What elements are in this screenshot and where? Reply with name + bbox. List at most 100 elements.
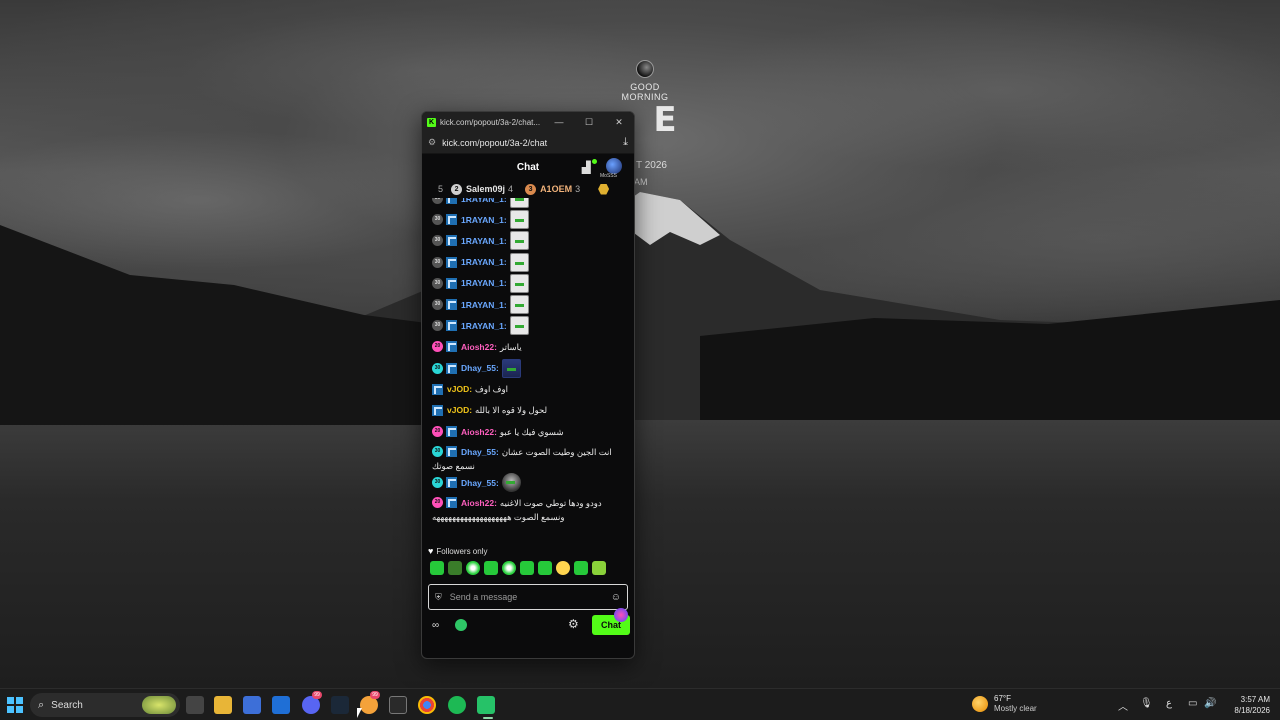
emote-image [509,198,529,209]
avatar[interactable] [606,158,622,174]
volume-icon[interactable]: 🔊 [1204,698,1216,709]
emote-button[interactable] [502,561,516,575]
store-icon[interactable] [243,696,261,714]
spotify-icon[interactable] [448,696,466,714]
moderator-badge-icon [446,256,457,268]
emote-button[interactable] [520,561,534,575]
emote-button[interactable] [592,561,606,575]
emote-button[interactable] [574,561,588,575]
chat-username[interactable]: 1RAYAN_1: [461,256,507,268]
chat-username[interactable]: 1RAYAN_1: [461,235,507,247]
chat-username[interactable]: 1RAYAN_1: [461,214,507,226]
chat-message[interactable]: vJOD: اوف اوف [432,379,628,400]
steam-icon[interactable] [331,696,349,714]
chat-username[interactable]: Aiosh22: [461,341,497,353]
search-highlight-image [142,696,176,714]
emote-button[interactable] [556,561,570,575]
emote-button[interactable] [484,561,498,575]
chat-message[interactable]: 20 Aiosh22: شسوي فيك يا عبو [432,421,628,442]
leader-count: 4 [508,184,514,194]
emoji-picker-icon[interactable]: ☺ [611,592,621,603]
chat-message[interactable]: 30 1RAYAN_1: [432,230,628,251]
leaderboard-icon[interactable]: ▟ [582,161,590,174]
leader-name[interactable]: Salem09j [466,184,505,194]
chevron-up-icon[interactable]: ︿ [1118,698,1128,713]
download-icon[interactable]: ⤓ [623,136,628,149]
subscriber-badge-icon: 30 [432,235,443,247]
chat-settings-icon[interactable]: ⚙ [568,617,579,631]
weather-desc: Mostly clear [994,704,1037,713]
address-url[interactable]: kick.com/popout/3a-2/chat [442,138,623,148]
emote-image [509,252,529,272]
leader-name[interactable]: A1OEM [540,184,572,194]
epic-games-icon[interactable] [389,696,407,714]
microphone-icon[interactable]: 🎙 [1140,698,1153,709]
message-input[interactable] [449,592,611,602]
chat-username[interactable]: 1RAYAN_1: [461,198,507,205]
chat-username[interactable]: vJOD: [447,404,472,416]
message-input-box[interactable]: ⛨ ☺ [428,584,628,610]
emote-button[interactable] [466,561,480,575]
network-icon[interactable]: ▭ [1188,698,1197,709]
chat-username[interactable]: 1RAYAN_1: [461,299,507,311]
chat-popout-window: K kick.com/popout/3a-2/chat... — ☐ ✕ ⚙ k… [421,111,635,659]
minimize-button[interactable]: — [544,117,574,127]
subscriber-badge-icon: 30 [432,299,443,311]
emote-button[interactable] [448,561,462,575]
kick-points-icon[interactable] [455,619,468,631]
weather-widget[interactable]: 67°F Mostly clear [972,694,1037,714]
chat-username[interactable]: 1RAYAN_1: [461,277,507,289]
chat-message[interactable]: 20 Aiosh22: دودو ودها توطي صوت الاغنيه ونسم… [432,493,628,523]
moon-icon [636,60,654,78]
floating-overlay-icon[interactable] [614,608,628,622]
widget-ampm: AM [634,177,648,187]
chat-message[interactable]: 30 1RAYAN_1: [432,273,628,294]
chat-username[interactable]: Aiosh22: [461,426,497,438]
kick-logo-icon: K [427,117,436,127]
chat-username[interactable]: 1RAYAN_1: [461,320,507,332]
maximize-button[interactable]: ☐ [574,117,604,128]
chat-username[interactable]: Dhay_55: [461,477,499,489]
taskbar-search[interactable]: ⌕ Search [30,693,180,717]
chat-message[interactable]: 30 Dhay_55: انت الجين وطيت الصوت عشان نسمع … [432,442,628,472]
chat-message-text: ياساتر [499,341,522,352]
channel-points-icon[interactable]: ∞ [432,620,439,631]
chat-message-text: اوف اوف [475,384,508,395]
greeting-line1: GOOD [630,82,660,92]
subscriber-badge-icon: 30 [432,198,443,205]
weather-icon [972,696,988,712]
chat-message[interactable]: 30 1RAYAN_1: [432,198,628,209]
chat-messages[interactable]: 30 1RAYAN_1: 30 1RAYAN_1: 30 1RAYAN_1: 30 1RAYA… [422,198,634,544]
emote-button[interactable] [538,561,552,575]
file-explorer-icon[interactable] [214,696,232,714]
emote-button[interactable] [430,561,444,575]
chat-message[interactable]: 30 Dhay_55: [432,472,628,493]
task-view-icon[interactable] [186,696,204,714]
taskbar-clock[interactable]: 3:57 AM 8/18/2026 [1224,694,1270,716]
language-indicator[interactable]: ع [1166,698,1172,709]
chat-username[interactable]: Dhay_55: [461,446,499,458]
chat-message[interactable]: 30 1RAYAN_1: [432,294,628,315]
chat-message[interactable]: 30 1RAYAN_1: [432,315,628,336]
chat-message[interactable]: 20 Aiosh22: ياساتر [432,336,628,357]
window-titlebar[interactable]: K kick.com/popout/3a-2/chat... — ☐ ✕ [422,112,634,132]
leaderboard-rank: 5 [438,184,444,194]
chat-message[interactable]: 30 1RAYAN_1: [432,209,628,230]
chat-username[interactable]: Dhay_55: [461,362,499,374]
chrome-icon[interactable] [418,696,436,714]
kick-app-icon[interactable] [477,696,495,714]
chat-message[interactable]: vJOD: لحول ولا قوه الا بالله [432,400,628,421]
chat-username[interactable]: vJOD: [447,383,472,395]
chat-message[interactable]: 30 1RAYAN_1: [432,252,628,273]
chat-username[interactable]: Aiosh22: [461,497,497,509]
subscriber-badge-icon: 30 [432,256,443,268]
moderator-badge-icon [446,235,457,247]
heart-icon: ♥ [428,546,434,556]
address-bar[interactable]: ⚙ kick.com/popout/3a-2/chat ⤓ [422,132,634,154]
start-button[interactable] [7,697,23,713]
site-settings-icon[interactable]: ⚙ [428,137,436,148]
close-button[interactable]: ✕ [604,117,634,128]
chat-message[interactable]: 30 Dhay_55: [432,358,628,379]
chat-message-text: دودو ودها توطي صوت الاغنيه [499,498,602,509]
mail-icon[interactable] [272,696,290,714]
